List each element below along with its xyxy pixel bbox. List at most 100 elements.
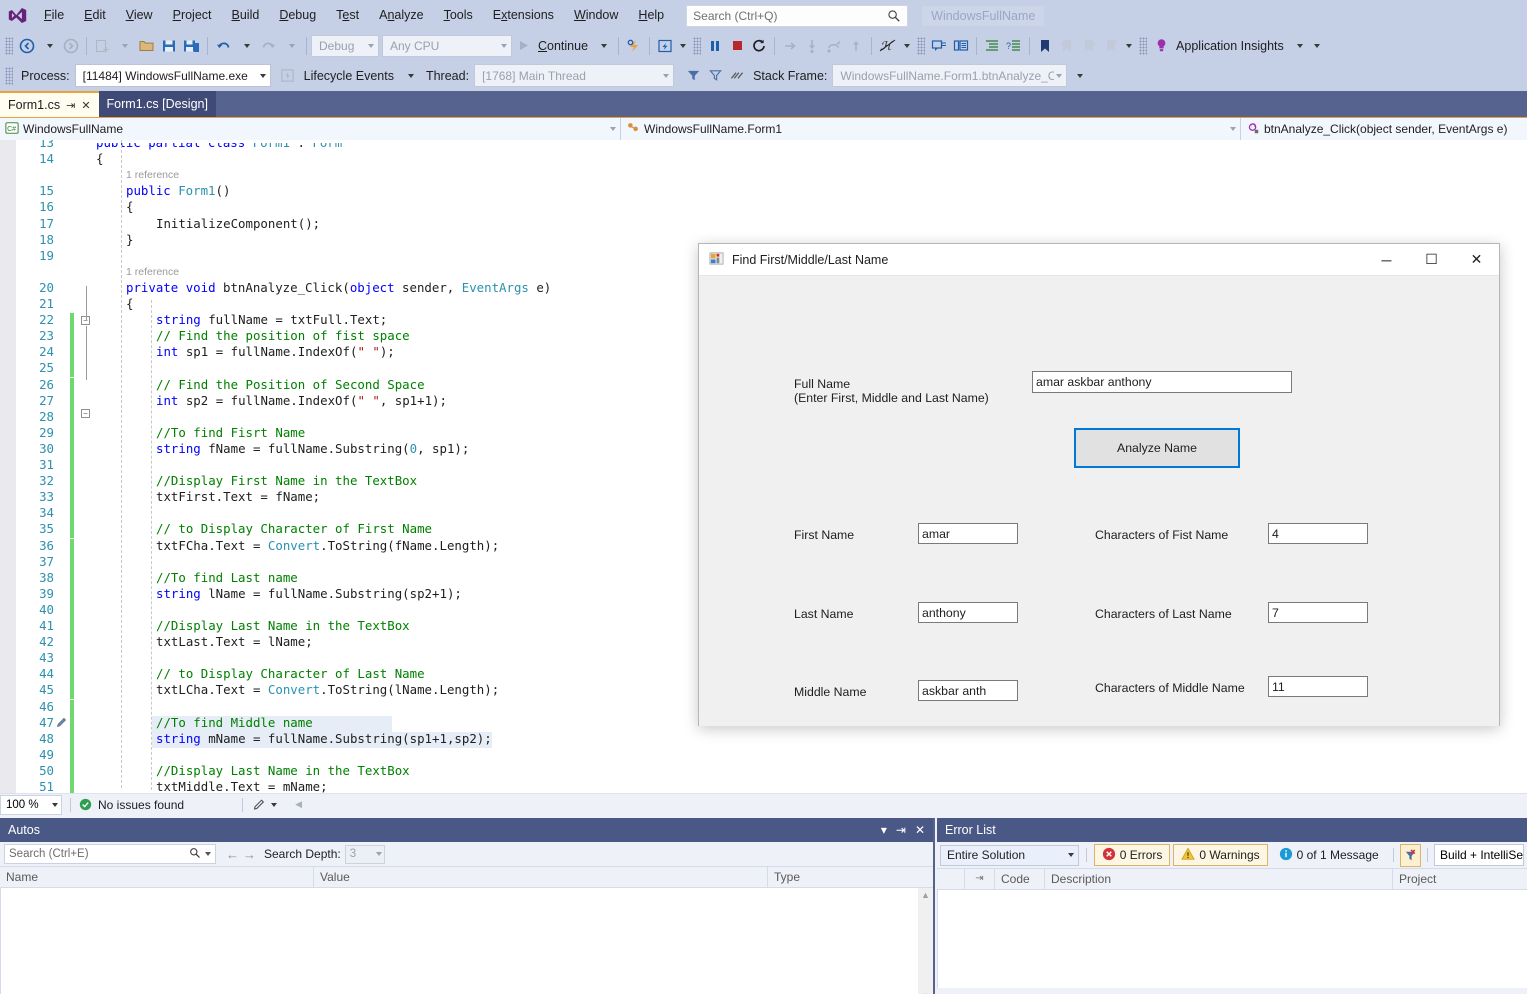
code-reference-lens[interactable]: 1 reference	[126, 167, 179, 183]
navigate-forward-icon[interactable]	[60, 34, 82, 58]
application-insights-dropdown[interactable]	[1288, 34, 1310, 58]
minimize-button[interactable]: ─	[1364, 244, 1409, 276]
continue-button[interactable]: Continue	[534, 39, 592, 53]
dialog-title-bar[interactable]: Find First/Middle/Last Name ─ ☐ ✕	[699, 244, 1499, 276]
toolbar-grip[interactable]	[5, 36, 13, 55]
error-list-column-code[interactable]: Code	[995, 868, 1045, 890]
code-line[interactable]: string lName = fullName.Substring(sp2+1)…	[156, 586, 462, 602]
error-list-grid-body[interactable]	[937, 890, 1527, 988]
search-next-icon[interactable]: →	[243, 847, 256, 862]
code-line[interactable]: txtFCha.Text = Convert.ToString(fName.Le…	[156, 538, 499, 554]
warnings-filter-button[interactable]: 0 Warnings	[1173, 844, 1268, 866]
menu-build[interactable]: Build	[222, 0, 270, 31]
comment-block-icon[interactable]	[928, 34, 950, 58]
stop-debugging-icon[interactable]	[726, 34, 748, 58]
code-line[interactable]: //Display Last Name in the TextBox	[156, 763, 410, 779]
autos-column-type[interactable]: Type	[768, 866, 920, 888]
scroll-left-arrow[interactable]: ◀	[295, 799, 302, 810]
intellitrace-overflow[interactable]	[900, 43, 912, 48]
code-line[interactable]: //To find Last name	[156, 570, 298, 586]
tab-form1-cs[interactable]: Form1.cs ⇥ ✕	[0, 91, 99, 117]
scroll-up-arrow[interactable]: ▲	[918, 890, 933, 900]
code-line[interactable]: public Form1()	[126, 183, 230, 199]
previous-bookmark-icon[interactable]	[1056, 34, 1078, 58]
code-line[interactable]: txtFirst.Text = fName;	[156, 489, 320, 505]
chevron-down-icon[interactable]: ▾	[881, 823, 887, 837]
errors-filter-button[interactable]: 0 Errors	[1093, 844, 1171, 866]
full-name-input[interactable]: amar askbar anthony	[1032, 371, 1292, 393]
error-list-column-project[interactable]: Project	[1393, 868, 1525, 890]
flag-filter-icon[interactable]	[704, 64, 726, 88]
code-line[interactable]: //To find Middle name	[156, 715, 313, 731]
hot-reload-overflow[interactable]	[676, 43, 688, 48]
lifecycle-events-label[interactable]: Lifecycle Events	[299, 69, 399, 83]
toolbar-overflow[interactable]	[1310, 43, 1322, 48]
autos-grid-body[interactable]: ▲ ▼	[0, 888, 933, 994]
code-line[interactable]: txtMiddle.Text = mName;	[156, 779, 328, 793]
last-name-output[interactable]: anthony	[918, 602, 1018, 623]
chars-middle-name-output[interactable]: 11	[1268, 676, 1368, 697]
code-line[interactable]: //Display First Name in the TextBox	[156, 473, 417, 489]
build-filter-combo[interactable]: Build + IntelliSen	[1433, 844, 1524, 866]
autos-column-name[interactable]: Name	[0, 866, 314, 888]
solution-config-combo[interactable]: Debug	[311, 34, 379, 57]
code-line[interactable]: // Find the Position of Second Space	[156, 377, 425, 393]
collapse-toggle[interactable]: −	[81, 409, 90, 418]
application-insights-label[interactable]: Application Insights	[1172, 39, 1288, 53]
clear-bookmarks-icon[interactable]	[1100, 34, 1122, 58]
lifecycle-events-dropdown[interactable]	[399, 64, 421, 88]
code-cleanup-icon[interactable]	[251, 798, 266, 812]
pin-icon[interactable]: ⇥	[66, 99, 75, 112]
code-line[interactable]: {	[96, 151, 103, 167]
code-line[interactable]: private void btnAnalyze_Click(object sen…	[126, 280, 551, 296]
error-list-column-sort[interactable]: ⇥	[965, 868, 995, 890]
menu-edit[interactable]: Edit	[74, 0, 116, 31]
close-button[interactable]: ✕	[1454, 244, 1499, 276]
close-icon[interactable]: ✕	[915, 823, 925, 837]
undo-dropdown[interactable]	[235, 34, 257, 58]
maximize-button[interactable]: ☐	[1409, 244, 1454, 276]
code-line[interactable]: InitializeComponent();	[156, 216, 320, 232]
show-next-statement-icon[interactable]	[779, 34, 801, 58]
messages-filter-button[interactable]: 0 of 1 Message	[1270, 844, 1387, 866]
step-over-icon[interactable]	[823, 34, 845, 58]
break-all-icon[interactable]	[704, 34, 726, 58]
autos-column-value[interactable]: Value	[314, 866, 768, 888]
process-combo[interactable]: [11484] WindowsFullName.exe	[74, 64, 271, 87]
menu-project[interactable]: Project	[163, 0, 222, 31]
menu-analyze[interactable]: Analyze	[369, 0, 433, 31]
next-bookmark-icon[interactable]	[1078, 34, 1100, 58]
step-out-icon[interactable]	[845, 34, 867, 58]
solution-platform-combo[interactable]: Any CPU	[382, 34, 512, 57]
stack-frame-combo[interactable]: WindowsFullName.Form1.btnAnalyze_Cli	[832, 64, 1068, 87]
middle-name-output[interactable]: askbar anth	[918, 680, 1018, 701]
first-name-output[interactable]: amar	[918, 523, 1018, 544]
undo-icon[interactable]	[212, 34, 235, 58]
code-line[interactable]: //To find Fisrt Name	[156, 425, 305, 441]
continue-dropdown[interactable]	[592, 34, 614, 58]
menu-extensions[interactable]: Extensions	[483, 0, 564, 31]
error-list-column-description[interactable]: Description	[1045, 868, 1393, 890]
hot-reload-on-save-icon[interactable]	[654, 34, 676, 58]
application-insights-icon[interactable]	[1150, 34, 1172, 58]
code-line[interactable]: string fullName = txtFull.Text;	[156, 312, 387, 328]
clear-filters-icon[interactable]	[1399, 843, 1422, 867]
scope-combo[interactable]: Entire Solution	[940, 844, 1079, 866]
navbar-member-dropdown[interactable]: btnAnalyze_Click(object sender, EventArg…	[1241, 118, 1527, 140]
navbar-project-dropdown[interactable]: C# WindowsFullName	[0, 118, 621, 140]
toolbar-grip[interactable]	[5, 66, 13, 85]
bookmark-overflow[interactable]	[1122, 43, 1134, 48]
increase-indent-icon[interactable]	[981, 34, 1003, 58]
save-all-icon[interactable]	[180, 34, 203, 58]
code-line[interactable]: // Find the position of fist space	[156, 328, 410, 344]
code-line[interactable]: txtLCha.Text = Convert.ToString(lName.Le…	[156, 682, 499, 698]
menu-tools[interactable]: Tools	[434, 0, 483, 31]
uncomment-block-icon[interactable]	[950, 34, 972, 58]
code-line[interactable]: public partial class Form1 : Form	[96, 143, 342, 151]
navbar-type-dropdown[interactable]: WindowsFullName.Form1	[621, 118, 1241, 140]
close-icon[interactable]: ✕	[81, 99, 90, 112]
code-reference-lens[interactable]: 1 reference	[126, 264, 179, 280]
redo-icon[interactable]	[257, 34, 280, 58]
menu-debug[interactable]: Debug	[269, 0, 326, 31]
zoom-level-combo[interactable]: 100 %	[0, 794, 62, 815]
